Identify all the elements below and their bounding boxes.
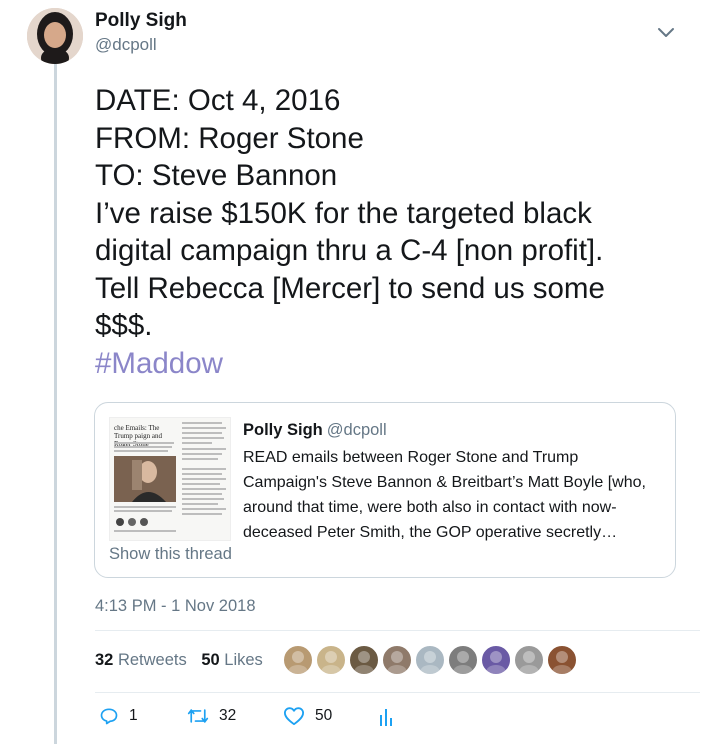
pet-avatar[interactable] (547, 645, 577, 675)
quoted-tweet-thumbnail: che Emails: The Trump paign and Roger St… (109, 417, 231, 541)
tweet-line: $$$. (95, 309, 153, 342)
hashtag-link[interactable]: #Maddow (95, 345, 695, 383)
quoted-line: Campaign's Steve Bannon & Breitbart’s Ma… (243, 474, 646, 491)
quoted-line: READ emails between Roger Stone and Trum… (243, 449, 579, 466)
heart-icon (283, 707, 304, 726)
quoted-author-handle: @dcpoll (326, 421, 387, 439)
likes-label: Likes (224, 651, 263, 669)
chevron-down-icon[interactable] (656, 24, 676, 40)
analytics-button[interactable] (377, 703, 395, 729)
quoted-line: around that time, were both also in cont… (243, 499, 617, 516)
flower-avatar[interactable] (316, 645, 346, 675)
retweet-icon (187, 709, 209, 723)
person-avatar[interactable] (382, 645, 412, 675)
eagle-avatar[interactable] (514, 645, 544, 675)
divider (95, 692, 700, 693)
default-avatar[interactable] (415, 645, 445, 675)
engagement-stats: 32 Retweets 50 Likes (95, 651, 273, 670)
quoted-tweet-text: READ emails between Roger Stone and Trum… (243, 445, 663, 545)
ornament-avatar[interactable] (448, 645, 478, 675)
tweet-line: digital campaign thru a C-4 [non profit]… (95, 234, 604, 267)
retweet-count: 32 (219, 707, 237, 724)
quoted-tweet-card[interactable]: che Emails: The Trump paign and Roger St… (94, 402, 676, 578)
retweets-label: Retweets (117, 651, 187, 669)
tweet-line: FROM: Roger Stone (95, 121, 364, 155)
tweet-line: I’ve raise $150K for the targeted black (95, 196, 592, 230)
likes-stat[interactable]: 50 Likes (201, 651, 262, 669)
divider (95, 630, 700, 631)
author-avatar[interactable] (27, 8, 83, 64)
retweets-count: 32 (95, 651, 114, 669)
tweet-timestamp[interactable]: 4:13 PM - 1 Nov 2018 (95, 597, 256, 616)
retweet-button[interactable]: 32 (187, 703, 236, 729)
reply-count: 1 (129, 707, 138, 724)
quoted-line: deceased Peter Smith, the GOP operative … (243, 524, 618, 541)
reply-button[interactable]: 1 (99, 703, 138, 729)
pug-avatar[interactable] (283, 645, 313, 675)
quoted-author: Polly Sigh @dcpoll (243, 421, 387, 440)
likes-count: 50 (201, 651, 220, 669)
tweet-line: Tell Rebecca [Mercer] to send us some (95, 271, 605, 305)
author-name[interactable]: Polly Sigh (95, 10, 187, 32)
quoted-author-name: Polly Sigh (243, 421, 323, 439)
tweet-line: TO: Steve Bannon (95, 159, 338, 192)
like-count: 50 (315, 707, 333, 724)
tweet-line: DATE: Oct 4, 2016 (95, 84, 341, 117)
tweet-text: DATE: Oct 4, 2016 FROM: Roger Stone TO: … (95, 82, 695, 382)
fleur-de-lis-avatar[interactable] (481, 645, 511, 675)
reply-icon (100, 708, 118, 725)
thread-line (54, 64, 57, 744)
show-thread-link[interactable]: Show this thread (109, 545, 232, 564)
crowd-avatar[interactable] (349, 645, 379, 675)
analytics-icon (380, 709, 392, 726)
like-button[interactable]: 50 (283, 703, 332, 729)
author-handle[interactable]: @dcpoll (95, 35, 157, 55)
retweets-stat[interactable]: 32 Retweets (95, 651, 187, 669)
